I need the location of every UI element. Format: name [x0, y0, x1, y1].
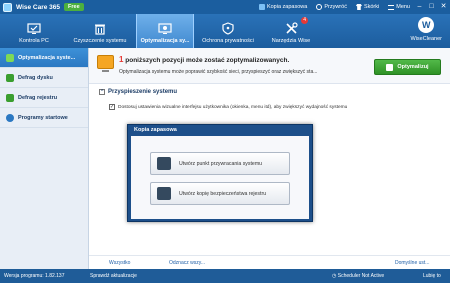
restore-icon [316, 4, 323, 10]
maximize-button[interactable]: □ [427, 2, 436, 11]
minimize-button[interactable]: – [415, 2, 424, 11]
section-header-acceleration[interactable]: ⌃ Przyspieszenie systemu [99, 89, 177, 95]
title-bar: Wise Care 365 Free Kopia zapasowa Przywr… [0, 0, 450, 14]
status-bar: Wersja programu: 1.82.137 Sprawdź aktual… [0, 269, 450, 283]
version-text: Wersja programu: 1.82.137 [4, 273, 65, 279]
optimize-monitor-icon [158, 23, 172, 34]
tab-system-tuneup-label: Optymalizacja sy... [140, 38, 190, 44]
main-nav: Kontrola PC Czyszczenie systemu Optymali… [0, 14, 450, 48]
optimize-button-label: Optymalizuj [397, 64, 429, 70]
tab-pc-checkup-label: Kontrola PC [19, 38, 49, 44]
clock-icon: ◷ [332, 273, 337, 279]
create-restore-point-label: Utwórz punkt przywracania systemu [179, 160, 263, 167]
tools-icon [285, 22, 298, 34]
backup-link[interactable]: Kopia zapasowa [258, 4, 308, 10]
registry-backup-icon [157, 187, 171, 200]
sidebar-item-label: Defrag dysku [18, 74, 53, 81]
sidebar-item-disk-defrag[interactable]: Defrag dysku [0, 68, 88, 88]
tab-pc-checkup[interactable]: Kontrola PC [6, 14, 62, 48]
wisecleaner-brand[interactable]: W WiseCleaner [411, 17, 442, 42]
sidebar-item-label: Programy startowe [18, 114, 68, 121]
summary-header: 1 poniższych pozycji może zostać zoptyma… [89, 48, 450, 84]
backup-icon [258, 4, 265, 10]
like-link[interactable]: Lubię to [423, 273, 441, 279]
tab-system-tuneup[interactable]: Optymalizacja sy... [136, 14, 194, 48]
shirt-icon [355, 4, 362, 10]
tab-privacy[interactable]: Ochrona prywatności [198, 14, 258, 48]
app-logo-icon [3, 2, 12, 12]
power-icon [6, 113, 14, 122]
tab-wise-tools[interactable]: Narzędzia Wise 4 [262, 14, 320, 48]
scheduler-status[interactable]: ◷ Scheduler Not Active [332, 273, 384, 279]
backup-dialog-body: Utwórz punkt przywracania systemu Utwórz… [131, 136, 309, 219]
scheduler-label: Scheduler Not Active [337, 273, 385, 279]
gear-check-icon [6, 53, 14, 62]
selection-actions: Wszystko Odznacz wszy... Domyślne ust... [89, 255, 450, 269]
restore-link-label: Przywróć [324, 4, 347, 10]
headline-text: poniższych pozycji może zostać zoptymali… [125, 57, 290, 64]
window-controls: – □ ✕ [415, 2, 448, 11]
item-checkbox[interactable]: ✓ [109, 104, 115, 110]
edition-badge: Free [64, 3, 84, 11]
restore-link[interactable]: Przywróć [316, 4, 347, 10]
menu-link[interactable]: Menu [388, 4, 410, 10]
tab-system-cleaner-label: Czyszczenie systemu [73, 38, 127, 44]
sidebar-item-startup[interactable]: Programy startowe [0, 108, 88, 128]
top-links: Kopia zapasowa Przywróć Skórki Menu [258, 0, 410, 14]
tools-count-badge: 4 [301, 17, 308, 24]
sidebar-item-registry-defrag[interactable]: Defrag rejestru [0, 88, 88, 108]
close-button[interactable]: ✕ [439, 2, 448, 11]
skins-link[interactable]: Skórki [355, 4, 380, 10]
backup-registry-label: Utwórz kopię bezpieczeństwa rejestru [179, 190, 267, 197]
optimize-button[interactable]: Optymalizuj [374, 59, 441, 75]
menu-link-label: Menu [396, 4, 410, 10]
menu-icon [388, 4, 395, 10]
create-restore-point-button[interactable]: Utwórz punkt przywracania systemu [150, 152, 290, 175]
item-label: Dostosuj ustawienia wizualne interfejsu … [118, 104, 348, 110]
monitor-check-icon [27, 23, 41, 34]
tab-privacy-label: Ochrona prywatności [202, 38, 254, 44]
app-title: Wise Care 365 [16, 3, 61, 11]
collapse-icon: ⌃ [99, 89, 105, 95]
shield-icon [222, 22, 234, 35]
backup-dialog: Kopia zapasowa Utwórz punkt przywracania… [127, 124, 313, 222]
backup-dialog-title: Kopia zapasowa [134, 127, 177, 133]
headline-count: 1 [119, 55, 124, 64]
defaults-link[interactable]: Domyślne ust... [395, 260, 429, 266]
sidebar: Optymalizacja syste... Defrag dysku Defr… [0, 48, 89, 269]
tab-wise-tools-label: Narzędzia Wise [271, 38, 311, 44]
tab-system-cleaner[interactable]: Czyszczenie systemu [68, 14, 132, 48]
headline-description: Optymalizacja systemu może poprawić szyb… [119, 69, 318, 75]
uncheck-all-link[interactable]: Odznacz wszy... [169, 260, 205, 266]
section-title: Przyspieszenie systemu [108, 89, 178, 95]
disk-icon [6, 73, 14, 82]
registry-icon [6, 93, 14, 102]
optimize-check-icon [386, 63, 394, 71]
sidebar-item-system-optimization[interactable]: Optymalizacja syste... [0, 48, 88, 68]
restore-point-icon [157, 157, 171, 170]
trash-icon [95, 24, 105, 35]
headline: 1 poniższych pozycji może zostać zoptyma… [119, 55, 289, 64]
check-all-link[interactable]: Wszystko [109, 260, 130, 266]
backup-registry-button[interactable]: Utwórz kopię bezpieczeństwa rejestru [150, 182, 290, 205]
wisecleaner-logo-icon: W [418, 17, 435, 33]
backup-link-label: Kopia zapasowa [266, 4, 308, 10]
sidebar-item-label: Optymalizacja syste... [18, 54, 76, 61]
optimization-item-visual-settings[interactable]: ✓ Dostosuj ustawienia wizualne interfejs… [109, 104, 347, 110]
brand-label: WiseCleaner [410, 36, 442, 42]
monitor-warning-icon [97, 55, 114, 72]
sidebar-item-label: Defrag rejestru [18, 94, 58, 101]
skins-link-label: Skórki [363, 4, 380, 10]
check-updates-link[interactable]: Sprawdź aktualizacje [90, 273, 137, 279]
